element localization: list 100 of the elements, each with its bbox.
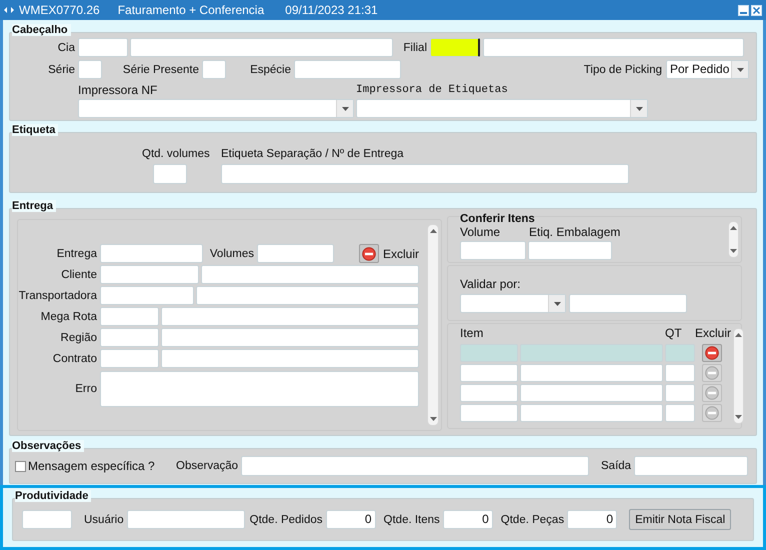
field-label: Qtde. Peças (500, 512, 564, 526)
dropdown-field[interactable] (78, 99, 354, 118)
field-label: Transportadora (18, 288, 98, 302)
input-field[interactable] (78, 60, 102, 79)
table-cell[interactable] (460, 364, 518, 382)
field-label: Impressora de Etiquetas (356, 82, 508, 96)
field-label: Qtde. Pedidos (250, 512, 323, 526)
input-field[interactable] (257, 244, 334, 263)
input-field[interactable] (294, 60, 401, 79)
caret-icon (636, 106, 642, 110)
table-cell[interactable] (460, 384, 518, 402)
window-title: WMEX0770.26 (19, 3, 100, 17)
field-label: Validar por: (460, 277, 522, 291)
table-cell[interactable] (665, 384, 695, 402)
table-cell[interactable] (520, 404, 663, 422)
input-field[interactable] (161, 328, 419, 347)
checkbox[interactable] (15, 460, 26, 472)
table-cell[interactable] (665, 404, 695, 422)
input-field[interactable] (161, 307, 419, 326)
dropdown-field[interactable] (460, 294, 566, 313)
window-title: Faturamento + Conferencia (118, 3, 264, 17)
input-field[interactable] (202, 60, 226, 79)
input-field[interactable] (201, 265, 419, 284)
input-field[interactable]: 0 (567, 510, 618, 529)
field-label: Etiq. Embalagem (529, 225, 620, 239)
input-field[interactable] (100, 244, 203, 263)
column-header: Item (460, 326, 484, 340)
input-field[interactable] (196, 286, 419, 305)
close-icon[interactable] (751, 4, 762, 16)
field-label: Série (47, 62, 76, 76)
field-label: Saída (601, 459, 632, 473)
input-field[interactable] (569, 294, 687, 313)
scroll-down-icon[interactable] (735, 415, 742, 419)
input-field[interactable] (100, 371, 419, 407)
scroll-up-icon[interactable] (730, 226, 737, 230)
dropdown-field[interactable]: Por Pedido (666, 60, 749, 79)
field-label: Qtde. Itens (384, 512, 440, 526)
caret-icon (342, 106, 348, 110)
column-header: Excluir (695, 326, 732, 340)
field-label: Região (60, 330, 98, 344)
scrollbar[interactable] (728, 221, 739, 258)
input-field[interactable] (100, 265, 199, 284)
field-label: Volumes (208, 246, 255, 260)
scroll-down-icon[interactable] (430, 417, 436, 421)
scrollbar[interactable] (733, 328, 744, 424)
column-header: QT (665, 326, 683, 340)
section-title: Cabeçalho (12, 24, 71, 36)
input-field[interactable] (221, 164, 629, 184)
field-label: Observação (176, 459, 238, 473)
input-field[interactable] (22, 510, 72, 529)
section-title: Observações (12, 440, 84, 452)
dropdown-field[interactable] (356, 99, 648, 118)
input-field[interactable]: 0 (326, 510, 376, 529)
input-field[interactable] (130, 38, 393, 57)
scrollbar[interactable] (427, 224, 439, 426)
checkbox-label: Mensagem específica ? (28, 459, 156, 473)
field-label: Erro (74, 382, 98, 396)
minus-circle-icon (705, 386, 719, 400)
input-field[interactable] (100, 328, 159, 347)
scroll-up-icon[interactable] (430, 229, 436, 233)
minus-circle-icon (705, 366, 719, 380)
input-field[interactable] (100, 307, 159, 326)
minus-circle-icon (705, 406, 719, 420)
table-cell[interactable] (520, 364, 663, 382)
input-field[interactable] (78, 38, 128, 57)
field-label: Impressora NF (78, 82, 158, 96)
table-cell[interactable] (665, 364, 695, 382)
field-label: Qtd. volumes (142, 147, 211, 161)
input-field[interactable] (100, 349, 159, 368)
input-field[interactable] (153, 164, 187, 184)
input-field[interactable]: 0 (442, 510, 493, 529)
minus-circle-icon (705, 346, 719, 360)
input-field[interactable] (100, 286, 194, 305)
input-field[interactable] (460, 241, 526, 260)
scroll-up-icon[interactable] (735, 333, 742, 337)
field-label: Tipo de Picking (584, 62, 663, 76)
section-title: Entrega (12, 200, 56, 212)
table-cell[interactable] (520, 384, 663, 402)
field-label: Série Presente (122, 62, 200, 76)
emit-button[interactable]: Emitir Nota Fiscal (629, 509, 732, 530)
input-field[interactable] (430, 38, 480, 57)
delete-button[interactable] (359, 244, 379, 263)
field-label: Cliente (60, 268, 98, 282)
section-title: Etiqueta (12, 124, 58, 136)
input-field[interactable] (161, 349, 419, 368)
input-field[interactable] (241, 456, 590, 476)
delete-button[interactable] (702, 344, 722, 362)
input-field[interactable] (528, 241, 612, 260)
window-datetime: 09/11/2023 21:31 (285, 3, 378, 17)
field-label: Etiqueta Separação / Nº de Entrega (221, 147, 405, 161)
input-field[interactable] (126, 510, 245, 529)
minus-circle-icon (362, 246, 376, 260)
minimize-icon[interactable] (738, 4, 749, 16)
table-cell[interactable] (460, 404, 518, 422)
section-title: Produtividade (15, 490, 92, 502)
field-label: Entrega (56, 246, 98, 260)
input-field[interactable] (634, 456, 748, 476)
caret-icon (736, 68, 744, 72)
scroll-down-icon[interactable] (730, 249, 737, 253)
input-field[interactable] (483, 38, 744, 57)
